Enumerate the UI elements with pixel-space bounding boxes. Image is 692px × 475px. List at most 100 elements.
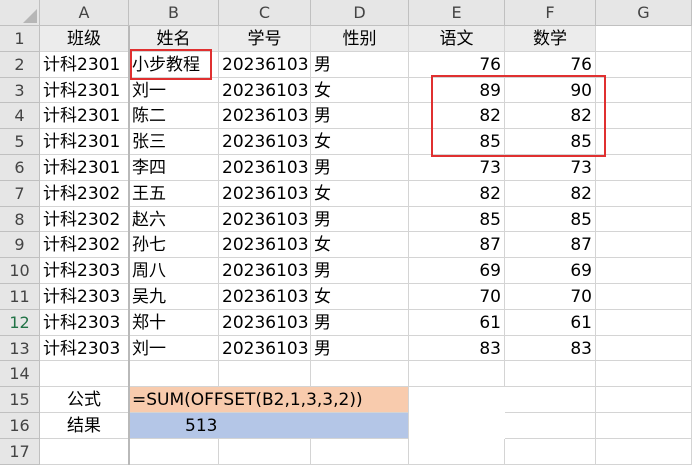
cell-empty[interactable] [596,438,692,465]
row-header-12[interactable]: 12 [0,309,40,336]
row-header-14[interactable]: 14 [0,361,40,388]
header-class[interactable]: 班级 [40,26,129,52]
cell-gender[interactable]: 女 [311,232,409,259]
cell-empty[interactable] [129,438,219,465]
column-header-g[interactable]: G [596,0,692,26]
column-header-d[interactable]: D [311,0,409,26]
cell-class[interactable]: 计科2302 [40,206,129,233]
cell-student-id[interactable]: 20236103 [219,180,311,207]
cell-student-id[interactable]: 20236103 [219,51,311,78]
cell-name[interactable]: 李四 [129,155,219,181]
cell-empty[interactable] [596,206,692,233]
cell-student-id[interactable]: 20236103 [219,206,311,233]
cell-chinese-score[interactable]: 82 [409,180,505,207]
result-cell[interactable]: 513 [129,413,409,439]
cell-chinese-score[interactable]: 61 [409,309,505,336]
header-math[interactable]: 数学 [505,26,596,52]
cell-empty[interactable] [596,284,692,310]
cell-empty[interactable] [129,361,219,388]
cell-name[interactable]: 陈二 [129,103,219,130]
cell-empty[interactable] [596,77,692,104]
cell-gender[interactable]: 女 [311,77,409,104]
cell-empty[interactable] [596,232,692,259]
row-header-15[interactable]: 15 [0,387,40,413]
cell-class[interactable]: 计科2303 [40,335,129,362]
cell-empty[interactable] [596,129,692,155]
cell-class[interactable]: 计科2303 [40,258,129,284]
cell-math-score[interactable]: 69 [505,258,596,284]
row-header-8[interactable]: 8 [0,206,40,233]
cell-empty[interactable] [409,438,505,465]
cell-empty[interactable] [596,155,692,181]
row-header-13[interactable]: 13 [0,335,40,362]
cell-gender[interactable]: 男 [311,335,409,362]
cell-name[interactable]: 孙七 [129,232,219,259]
cell-name[interactable]: 刘一 [129,335,219,362]
cell-gender[interactable]: 男 [311,51,409,78]
cell-name[interactable]: 郑十 [129,309,219,336]
cell-empty[interactable] [311,361,409,388]
column-header-a[interactable]: A [40,0,129,26]
cell-empty[interactable] [40,438,129,465]
cell-empty[interactable] [596,335,692,362]
cell-class[interactable]: 计科2302 [40,180,129,207]
cell-name[interactable]: 吴九 [129,284,219,310]
cell-empty[interactable] [596,258,692,284]
cell-empty[interactable] [505,387,596,413]
cell-empty[interactable] [596,361,692,388]
row-header-1[interactable]: 1 [0,26,40,52]
header-chinese[interactable]: 语文 [409,26,505,52]
cell-chinese-score[interactable]: 70 [409,284,505,310]
cell-student-id[interactable]: 20236103 [219,335,311,362]
cell-class[interactable]: 计科2301 [40,77,129,104]
cell-class[interactable]: 计科2301 [40,155,129,181]
row-header-17[interactable]: 17 [0,438,40,465]
row-header-5[interactable]: 5 [0,129,40,155]
cell-chinese-score[interactable]: 69 [409,258,505,284]
header-id[interactable]: 学号 [219,26,311,52]
cell-empty[interactable] [596,51,692,78]
cell-math-score[interactable]: 73 [505,155,596,181]
cell-student-id[interactable]: 20236103 [219,155,311,181]
cell-name[interactable]: 周八 [129,258,219,284]
row-header-16[interactable]: 16 [0,413,40,439]
cell-student-id[interactable]: 20236103 [219,232,311,259]
cell-empty[interactable] [311,438,409,465]
row-header-4[interactable]: 4 [0,103,40,130]
cell-name[interactable]: 王五 [129,180,219,207]
cell-empty[interactable] [219,438,311,465]
cell-student-id[interactable]: 20236103 [219,284,311,310]
cell-student-id[interactable]: 20236103 [219,258,311,284]
select-all-corner[interactable] [0,0,40,26]
cell-g1[interactable] [596,26,692,52]
cell-gender[interactable]: 男 [311,206,409,233]
row-header-3[interactable]: 3 [0,77,40,104]
cell-chinese-score[interactable]: 85 [409,206,505,233]
row-header-10[interactable]: 10 [0,258,40,284]
cell-student-id[interactable]: 20236103 [219,77,311,104]
cell-gender[interactable]: 女 [311,284,409,310]
cell-empty[interactable] [219,361,311,388]
cell-empty[interactable] [505,438,596,465]
column-header-c[interactable]: C [219,0,311,26]
cell-class[interactable]: 计科2301 [40,51,129,78]
formula-label[interactable]: 公式 [40,387,129,413]
row-header-6[interactable]: 6 [0,155,40,181]
cell-math-score[interactable]: 82 [505,180,596,207]
cell-gender[interactable]: 女 [311,129,409,155]
formula-cell[interactable]: =SUM(OFFSET(B2,1,3,3,2)) [129,387,409,413]
cell-class[interactable]: 计科2303 [40,284,129,310]
cell-empty[interactable] [409,361,505,388]
cell-empty[interactable] [596,309,692,336]
cell-empty[interactable] [505,361,596,388]
cell-gender[interactable]: 男 [311,258,409,284]
cell-math-score[interactable]: 61 [505,309,596,336]
result-label[interactable]: 结果 [40,413,129,439]
row-header-9[interactable]: 9 [0,232,40,259]
cell-math-score[interactable]: 85 [505,206,596,233]
cell-name[interactable]: 刘一 [129,77,219,104]
cell-student-id[interactable]: 20236103 [219,129,311,155]
cell-empty[interactable] [596,413,692,439]
cell-empty[interactable] [596,180,692,207]
cell-math-score[interactable]: 87 [505,232,596,259]
